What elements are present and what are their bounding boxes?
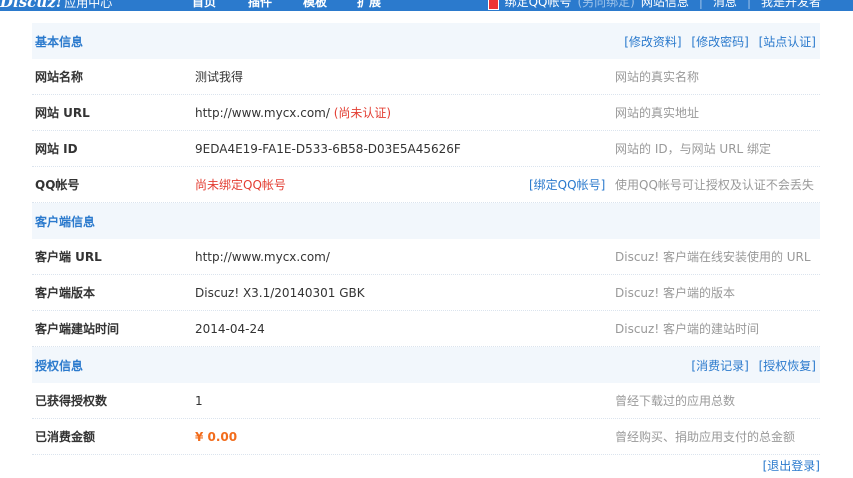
bind-qq-note: (另向绑定): [577, 0, 635, 9]
row-client-version: 客户端版本 Discuz! X3.1/20140301 GBK Discuz! …: [32, 275, 820, 311]
row-client-url: 客户端 URL http://www.mycx.com/ Discuz! 客户端…: [32, 239, 820, 275]
divider: |: [746, 0, 751, 9]
site-url-text: http://www.mycx.com/: [195, 106, 330, 120]
nav-templates[interactable]: 模板: [303, 0, 327, 10]
row-description: Discuz! 客户端的建站时间: [615, 322, 759, 336]
row-site-id: 网站 ID 9EDA4E19-FA1E-D533-6B58-D03E5A4562…: [32, 131, 820, 167]
unverified-status: (尚未认证): [333, 106, 392, 120]
row-value: 2014-04-24: [195, 321, 265, 336]
messages-link[interactable]: 消息: [713, 0, 737, 10]
purchase-history-link[interactable]: [消费记录]: [691, 359, 748, 373]
row-label: 已获得授权数: [35, 394, 108, 408]
row-description: 使用QQ帐号可让授权及认证不会丢失: [615, 178, 814, 192]
section-actions: [消费记录] [授权恢复]: [685, 357, 816, 374]
row-value: 测试我得: [195, 70, 244, 84]
discuz-logo[interactable]: Discuz! 应用中心: [0, 0, 112, 11]
top-right-links: 绑定QQ帐号 (另向绑定) 网站信息 | 消息 | 我是开发者: [487, 0, 821, 10]
row-description: 曾经下载过的应用总数: [615, 394, 736, 408]
divider: |: [698, 0, 703, 9]
row-value: Discuz! X3.1/20140301 GBK: [195, 285, 365, 300]
row-site-url: 网站 URL http://www.mycx.com/ (尚未认证) 网站的真实…: [32, 95, 820, 131]
section-title: 基本信息: [35, 34, 84, 49]
row-description: 网站的真实地址: [615, 106, 700, 120]
row-licenses-count: 已获得授权数 1 曾经下载过的应用总数: [32, 383, 820, 419]
section-title: 授权信息: [35, 358, 84, 373]
section-title: 客户端信息: [35, 214, 96, 229]
row-client-date: 客户端建站时间 2014-04-24 Discuz! 客户端的建站时间: [32, 311, 820, 347]
change-password-link[interactable]: [修改密码]: [691, 35, 748, 49]
row-value: 1: [195, 393, 203, 408]
nav-extensions[interactable]: 扩展: [357, 0, 381, 10]
row-label: 已消费金额: [35, 430, 96, 444]
row-value: ¥ 0.00: [195, 429, 238, 444]
row-value: http://www.mycx.com/ (尚未认证): [195, 104, 391, 121]
site-verify-link[interactable]: [站点认证]: [759, 35, 816, 49]
row-label: 客户端版本: [35, 286, 96, 300]
row-description: 曾经购买、捐助应用支付的总金额: [615, 430, 796, 444]
developer-link[interactable]: 我是开发者: [761, 0, 821, 10]
row-label: 客户端建站时间: [35, 322, 120, 336]
row-amount-spent: 已消费金额 ¥ 0.00 曾经购买、捐助应用支付的总金额: [32, 419, 820, 455]
site-info-link[interactable]: 网站信息: [641, 0, 689, 10]
row-value: 尚未绑定QQ帐号: [195, 178, 286, 192]
site-info-panel: 基本信息 [修改资料] [修改密码] [站点认证] 网站名称 测试我得 网站的真…: [32, 23, 820, 455]
row-description: Discuz! 客户端在线安装使用的 URL: [615, 250, 811, 264]
row-qq-account: QQ帐号 尚未绑定QQ帐号 [绑定QQ帐号] 使用QQ帐号可让授权及认证不会丢失: [32, 167, 820, 203]
row-label: 网站 ID: [35, 142, 78, 156]
row-description: 网站的 ID，与网站 URL 绑定: [615, 142, 772, 156]
nav-plugins[interactable]: 插件: [248, 0, 272, 10]
top-nav-bar: Discuz! 应用中心 首页 插件 模板 扩展 绑定QQ帐号 (另向绑定) 网站…: [0, 0, 853, 11]
row-label: 网站 URL: [35, 106, 90, 120]
row-description: 网站的真实名称: [615, 70, 700, 84]
row-description: Discuz! 客户端的版本: [615, 286, 735, 300]
row-value: http://www.mycx.com/: [195, 249, 330, 264]
section-client-info: 客户端信息: [32, 203, 820, 239]
nav-home[interactable]: 首页: [192, 0, 216, 10]
qq-icon: [487, 0, 499, 10]
bind-qq-link[interactable]: 绑定QQ帐号: [505, 0, 572, 10]
section-license-info: 授权信息 [消费记录] [授权恢复]: [32, 347, 820, 383]
row-label: QQ帐号: [35, 178, 80, 192]
section-basic-info: 基本信息 [修改资料] [修改密码] [站点认证]: [32, 23, 820, 59]
section-actions: [修改资料] [修改密码] [站点认证]: [618, 33, 816, 50]
row-label: 网站名称: [35, 70, 84, 84]
row-label: 客户端 URL: [35, 250, 102, 264]
row-value: 9EDA4E19-FA1E-D533-6B58-D03E5A45626F: [195, 141, 461, 156]
bind-qq-button[interactable]: [绑定QQ帐号]: [529, 176, 605, 193]
row-site-name: 网站名称 测试我得 网站的真实名称: [32, 59, 820, 95]
logout-link[interactable]: [退出登录]: [763, 457, 820, 474]
edit-profile-link[interactable]: [修改资料]: [624, 35, 681, 49]
license-restore-link[interactable]: [授权恢复]: [759, 359, 816, 373]
